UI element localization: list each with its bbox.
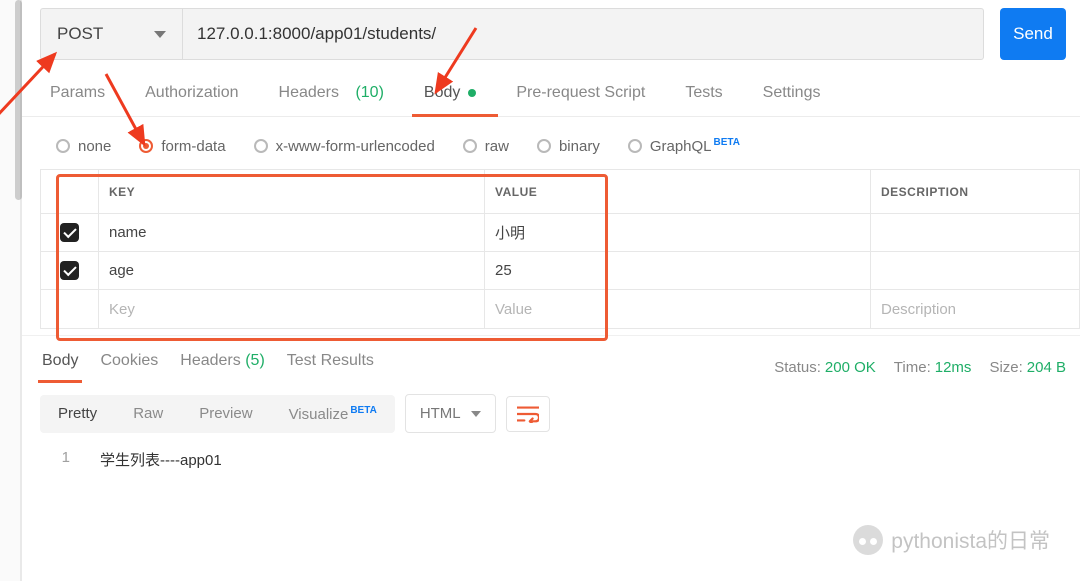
format-select[interactable]: HTML	[405, 394, 496, 433]
request-tabs: Params Authorization Headers (10) Body P…	[22, 60, 1080, 117]
key-input[interactable]: Key	[99, 290, 485, 328]
wrap-icon	[517, 405, 539, 423]
chevron-down-icon	[154, 31, 166, 38]
dot-indicator-icon	[468, 89, 476, 97]
size-label: Size:	[989, 359, 1022, 376]
time-label: Time:	[894, 359, 931, 376]
table-row-new: Key Value Description	[41, 290, 1079, 328]
checkbox-icon[interactable]	[60, 261, 79, 280]
wrap-lines-button[interactable]	[506, 396, 550, 432]
status-value: 200 OK	[825, 359, 876, 376]
response-body[interactable]: 1 学生列表----app01	[22, 445, 1080, 474]
tab-tests[interactable]: Tests	[685, 84, 722, 116]
http-method-select[interactable]: POST	[40, 8, 182, 60]
radio-raw[interactable]: raw	[463, 137, 509, 155]
desc-cell[interactable]	[871, 214, 1079, 251]
line-text: 学生列表----app01	[100, 449, 222, 470]
value-input[interactable]: Value	[485, 290, 871, 328]
preview-button[interactable]: Preview	[181, 395, 270, 433]
radio-x-www[interactable]: x-www-form-urlencoded	[254, 137, 435, 155]
col-key: KEY	[99, 170, 485, 213]
radio-form-data[interactable]: form-data	[139, 137, 225, 155]
resp-tab-cookies[interactable]: Cookies	[100, 352, 158, 382]
chevron-down-icon	[471, 411, 481, 417]
request-url-bar: POST 127.0.0.1:8000/app01/students/ Send	[40, 8, 1066, 60]
desc-cell[interactable]	[871, 252, 1079, 289]
watermark: pythonista的日常	[853, 525, 1050, 555]
table-row: age 25	[41, 252, 1079, 290]
tab-authorization[interactable]: Authorization	[145, 84, 238, 116]
radio-icon	[139, 139, 153, 153]
radio-icon	[56, 139, 70, 153]
tab-params[interactable]: Params	[50, 84, 105, 116]
http-method-value: POST	[57, 24, 103, 44]
tab-headers[interactable]: Headers (10)	[279, 84, 384, 116]
radio-icon	[628, 139, 642, 153]
size-value: 204 B	[1027, 359, 1066, 376]
scrollbar[interactable]	[15, 0, 22, 200]
desc-input[interactable]: Description	[871, 290, 1079, 328]
visualize-button[interactable]: VisualizeBETA	[271, 395, 395, 433]
time-value: 12ms	[935, 359, 972, 376]
table-header: KEY VALUE DESCRIPTION	[41, 170, 1079, 214]
url-input[interactable]: 127.0.0.1:8000/app01/students/	[182, 8, 984, 60]
response-tabs: Body Cookies Headers (5) Test Results	[42, 352, 374, 382]
tab-settings[interactable]: Settings	[763, 84, 821, 116]
value-cell[interactable]: 25	[485, 252, 871, 289]
pretty-button[interactable]: Pretty	[40, 395, 115, 433]
view-mode-segment: Pretty Raw Preview VisualizeBETA	[40, 395, 395, 433]
radio-icon	[537, 139, 551, 153]
resp-tab-headers[interactable]: Headers (5)	[180, 352, 265, 382]
resp-tab-body[interactable]: Body	[42, 352, 78, 382]
col-value: VALUE	[485, 170, 871, 213]
key-cell[interactable]: age	[99, 252, 485, 289]
wechat-icon	[853, 525, 883, 555]
radio-none[interactable]: none	[56, 137, 111, 155]
raw-button[interactable]: Raw	[115, 395, 181, 433]
form-data-table: KEY VALUE DESCRIPTION name 小明 age 25 Key…	[40, 169, 1080, 329]
status-label: Status:	[774, 359, 821, 376]
key-cell[interactable]: name	[99, 214, 485, 251]
body-type-radios: none form-data x-www-form-urlencoded raw…	[22, 117, 1080, 169]
response-meta: Status:200 OK Time:12ms Size: 204 B	[774, 359, 1066, 376]
response-toolbar: Pretty Raw Preview VisualizeBETA HTML	[22, 382, 1080, 445]
radio-icon	[254, 139, 268, 153]
value-cell[interactable]: 小明	[485, 214, 871, 251]
send-button[interactable]: Send	[1000, 8, 1066, 60]
radio-binary[interactable]: binary	[537, 137, 600, 155]
resp-tab-test-results[interactable]: Test Results	[287, 352, 374, 382]
col-description: DESCRIPTION	[871, 170, 1079, 213]
tab-body[interactable]: Body	[424, 84, 476, 116]
tab-prerequest[interactable]: Pre-request Script	[516, 84, 645, 116]
radio-icon	[463, 139, 477, 153]
checkbox-icon[interactable]	[60, 223, 79, 242]
table-row: name 小明	[41, 214, 1079, 252]
radio-graphql[interactable]: GraphQLBETA	[628, 137, 740, 155]
line-number: 1	[40, 449, 100, 470]
